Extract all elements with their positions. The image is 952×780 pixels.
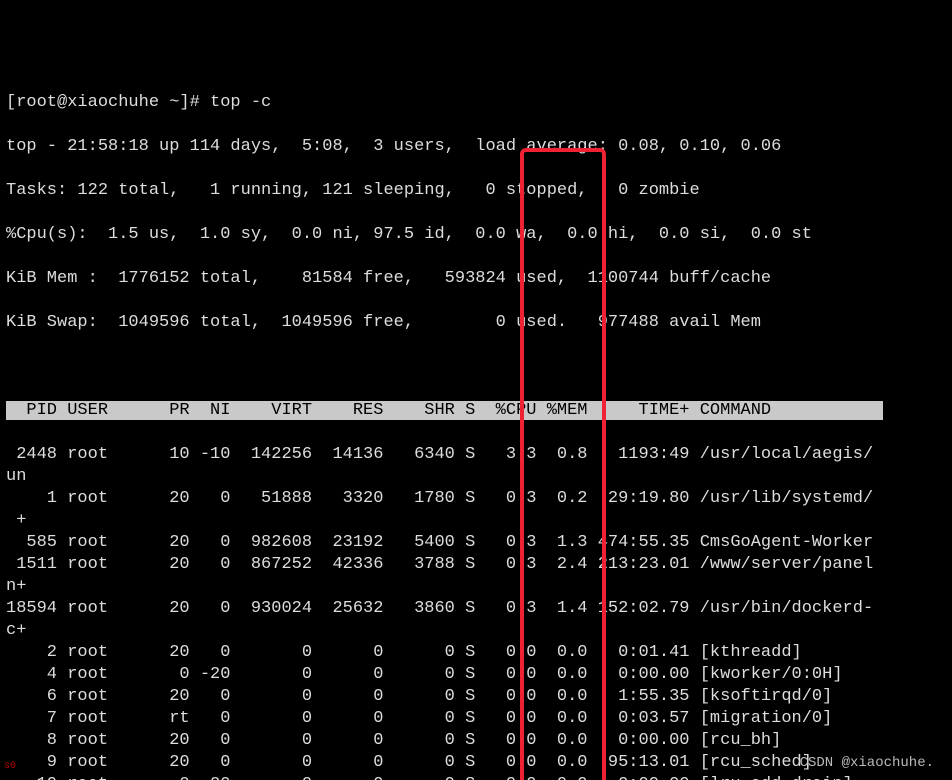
process-row[interactable]: 10 root 0 -20 0 0 0 S 0.0 0.0 0:00.00 [l…	[6, 774, 950, 780]
process-row[interactable]: c+	[6, 620, 950, 642]
summary-top: top - 21:58:18 up 114 days, 5:08, 3 user…	[6, 136, 950, 158]
process-row[interactable]: 18594 root 20 0 930024 25632 3860 S 0.3 …	[6, 598, 950, 620]
column-header[interactable]: PID USER PR NI VIRT RES SHR S %CPU %MEM …	[6, 401, 883, 420]
process-row[interactable]: un	[6, 466, 950, 488]
process-row[interactable]: 2448 root 10 -10 142256 14136 6340 S 3.3…	[6, 444, 950, 466]
process-row[interactable]: 6 root 20 0 0 0 0 S 0.0 0.0 1:55.35 [kso…	[6, 686, 950, 708]
process-row[interactable]: 9 root 20 0 0 0 0 S 0.0 0.0 95:13.01 [rc…	[6, 752, 950, 774]
process-row[interactable]: 8 root 20 0 0 0 0 S 0.0 0.0 0:00.00 [rcu…	[6, 730, 950, 752]
process-row[interactable]: 585 root 20 0 982608 23192 5400 S 0.3 1.…	[6, 532, 950, 554]
summary-cpu: %Cpu(s): 1.5 us, 1.0 sy, 0.0 ni, 97.5 id…	[6, 224, 950, 246]
terminal-output[interactable]: [root@xiaochuhe ~]# top -c top - 21:58:1…	[0, 66, 952, 780]
prompt-line: [root@xiaochuhe ~]# top -c	[6, 92, 950, 114]
process-row[interactable]: 1 root 20 0 51888 3320 1780 S 0.3 0.2 29…	[6, 488, 950, 510]
process-row[interactable]: 4 root 0 -20 0 0 0 S 0.0 0.0 0:00.00 [kw…	[6, 664, 950, 686]
summary-tasks: Tasks: 122 total, 1 running, 121 sleepin…	[6, 180, 950, 202]
process-row[interactable]: 1511 root 20 0 867252 42336 3788 S 0.3 2…	[6, 554, 950, 576]
summary-mem: KiB Mem : 1776152 total, 81584 free, 593…	[6, 268, 950, 290]
process-row[interactable]: n+	[6, 576, 950, 598]
process-row[interactable]: 2 root 20 0 0 0 0 S 0.0 0.0 0:01.41 [kth…	[6, 642, 950, 664]
status-indicator: s0	[4, 756, 16, 778]
process-row[interactable]: 7 root rt 0 0 0 0 S 0.0 0.0 0:03.57 [mig…	[6, 708, 950, 730]
summary-swap: KiB Swap: 1049596 total, 1049596 free, 0…	[6, 312, 950, 334]
process-list[interactable]: 2448 root 10 -10 142256 14136 6340 S 3.3…	[6, 444, 950, 780]
process-row[interactable]: +	[6, 510, 950, 532]
blank-line	[6, 356, 950, 378]
